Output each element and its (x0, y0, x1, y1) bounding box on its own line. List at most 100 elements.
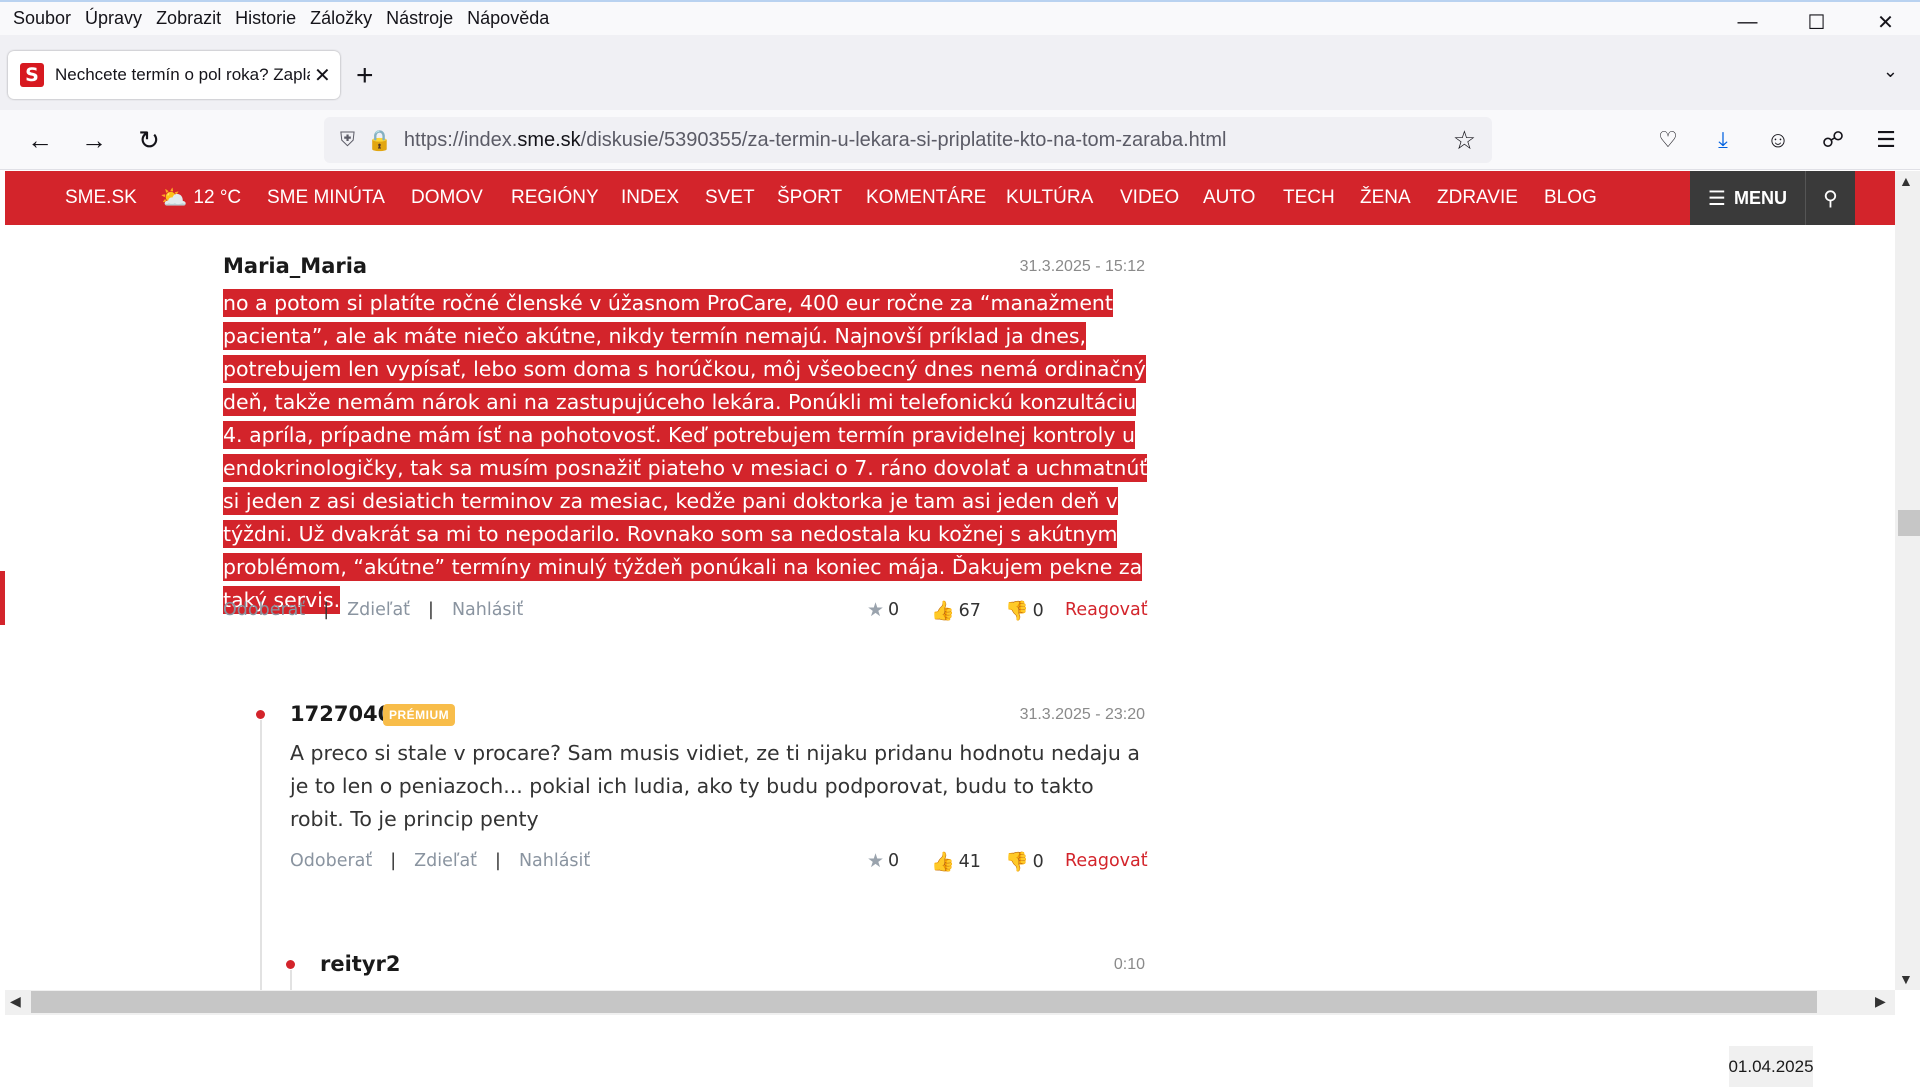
thread-dot (256, 710, 265, 719)
thread-line (290, 970, 292, 990)
scroll-left-icon[interactable]: ◀ (10, 993, 21, 1010)
separator: | (390, 851, 397, 871)
url-path: /diskusie/5390355/za-termin-u-lekara-si-… (580, 128, 1227, 151)
weather-temperature: 12 °C (193, 187, 242, 208)
back-icon[interactable]: ← (22, 122, 58, 158)
share-link[interactable]: Zdieľať (414, 851, 477, 871)
menu-help[interactable]: Nápověda (467, 8, 549, 29)
dislike-value: 0 (1032, 851, 1044, 872)
menu-tools[interactable]: Nástroje (386, 8, 453, 29)
nav-index[interactable]: INDEX (621, 187, 679, 209)
star-value: 0 (888, 600, 900, 620)
separator: | (495, 851, 501, 871)
nav-komentare[interactable]: KOMENTÁRE (866, 187, 986, 209)
nav-regiony[interactable]: REGIÓNY (511, 187, 599, 209)
site-logo[interactable]: SME.SK (65, 187, 137, 209)
nav-video[interactable]: VIDEO (1120, 187, 1179, 209)
site-menu-label: MENU (1733, 187, 1787, 208)
bookmark-star-icon[interactable]: ☆ (1453, 125, 1476, 156)
account-icon[interactable]: ☺ (1762, 124, 1794, 156)
comment-text: A preco si stale v procare? Sam musis vi… (290, 741, 1140, 831)
nav-zena[interactable]: ŽENA (1360, 187, 1411, 209)
reload-icon[interactable]: ↻ (131, 122, 167, 158)
weather-widget[interactable]: ⛅ 12 °C (160, 185, 241, 211)
nav-kultura[interactable]: KULTÚRA (1006, 187, 1093, 209)
url-prefix: https://index. (403, 128, 518, 151)
dislike-count[interactable]: 👎 0 (1005, 850, 1044, 873)
dislike-count[interactable]: 👎 0 (1005, 599, 1044, 622)
tab-bar: S Nechcete termín o pol roka? Zaplaťte ✕… (0, 35, 1920, 110)
unsubscribe-link[interactable]: Odoberať (223, 600, 305, 620)
unsubscribe-link[interactable]: Odoberať (290, 851, 372, 871)
menu-view[interactable]: Zobrazit (156, 8, 221, 29)
star-count[interactable]: ★ 0 (867, 599, 899, 621)
horizontal-scroll-thumb[interactable] (31, 991, 1817, 1013)
comment-author[interactable]: reityr2 (320, 952, 401, 976)
scroll-right-icon[interactable]: ▶ (1875, 993, 1886, 1010)
nav-domov[interactable]: DOMOV (411, 187, 483, 209)
scroll-up-icon[interactable]: ▲ (1899, 173, 1913, 189)
reply-link[interactable]: Reagovať (1065, 600, 1148, 620)
thumbs-up-icon: 👍 (931, 600, 955, 622)
extensions-icon[interactable]: ☍ (1817, 124, 1849, 156)
nav-auto[interactable]: AUTO (1203, 187, 1255, 209)
menu-edit[interactable]: Úpravy (85, 8, 142, 29)
menu-history[interactable]: Historie (235, 8, 296, 29)
like-count[interactable]: 👍 41 (931, 850, 981, 873)
nav-zdravie[interactable]: ZDRAVIE (1437, 187, 1518, 209)
nav-blog[interactable]: BLOG (1544, 187, 1597, 209)
menu-bar: Soubor Úpravy Zobrazit Historie Záložky … (0, 0, 1920, 35)
star-icon: ★ (867, 850, 885, 872)
browser-tab[interactable]: S Nechcete termín o pol roka? Zaplaťte ✕ (8, 51, 340, 99)
pocket-icon[interactable]: ♡ (1652, 124, 1684, 156)
forward-icon[interactable]: → (76, 122, 112, 158)
address-bar[interactable]: ⛨ 🔒 https://index. sme.sk/diskusie/539035… (324, 117, 1492, 163)
thumbs-down-icon: 👎 (1005, 851, 1029, 873)
nav-sport[interactable]: ŠPORT (777, 187, 842, 209)
dislike-value: 0 (1032, 600, 1044, 621)
star-icon: ★ (867, 599, 885, 621)
report-link[interactable]: Nahlásiť (519, 851, 590, 871)
scroll-down-icon[interactable]: ▼ (1899, 971, 1913, 987)
taskbar-date: 01.04.2025 (1728, 1046, 1814, 1087)
downloads-icon[interactable]: ⤓ (1707, 124, 1739, 156)
menu-bookmarks[interactable]: Záložky (310, 8, 372, 29)
comment-author[interactable]: 1727040 (290, 702, 392, 726)
shield-icon[interactable]: ⛨ (340, 129, 355, 152)
list-tabs-icon[interactable]: ⌄ (1883, 61, 1898, 82)
site-menu-button[interactable]: ☰ MENU (1690, 171, 1805, 225)
nav-svet[interactable]: SVET (705, 187, 755, 209)
comment-actions: Odoberať | Zdieľať | Nahlásiť (223, 600, 523, 620)
horizontal-scrollbar[interactable]: ◀ ▶ (5, 990, 1895, 1015)
new-tab-icon[interactable]: + (356, 59, 374, 93)
star-count[interactable]: ★ 0 (867, 850, 899, 872)
share-link[interactable]: Zdieľať (347, 600, 410, 620)
menu-lines-icon: ☰ (1708, 187, 1726, 210)
weather-cloud-icon: ⛅ (160, 185, 188, 210)
vertical-scroll-thumb[interactable] (1898, 510, 1920, 536)
star-value: 0 (888, 851, 900, 871)
close-tab-icon[interactable]: ✕ (314, 63, 331, 88)
thumbs-up-icon: 👍 (931, 851, 955, 873)
like-value: 67 (958, 600, 981, 621)
url-host: sme.sk (517, 128, 581, 151)
vertical-scrollbar[interactable]: ▲ ▼ (1895, 171, 1920, 990)
separator: | (428, 600, 434, 620)
like-count[interactable]: 👍 67 (931, 599, 981, 622)
hamburger-menu-icon[interactable]: ☰ (1870, 124, 1902, 156)
thread-dot (286, 960, 295, 969)
sme-favicon-icon: S (20, 63, 44, 87)
nav-sme-minuta[interactable]: SME MINÚTA (267, 187, 385, 209)
reply-link[interactable]: Reagovať (1065, 851, 1148, 871)
report-link[interactable]: Nahlásiť (452, 600, 523, 620)
premium-badge: PRÉMIUM (383, 704, 456, 726)
comment-author[interactable]: Maria_Maria (223, 254, 367, 278)
nav-tech[interactable]: TECH (1283, 187, 1335, 209)
thread-line (260, 720, 262, 990)
lock-icon[interactable]: 🔒 (367, 128, 392, 153)
menu-file[interactable]: Soubor (13, 8, 71, 29)
separator: | (323, 600, 330, 620)
comment-date: 31.3.2025 - 15:12 (1019, 258, 1145, 275)
site-search-icon[interactable]: ⚲ (1805, 171, 1855, 225)
comment-text: no a potom si platíte ročné členské v úž… (223, 287, 1153, 617)
